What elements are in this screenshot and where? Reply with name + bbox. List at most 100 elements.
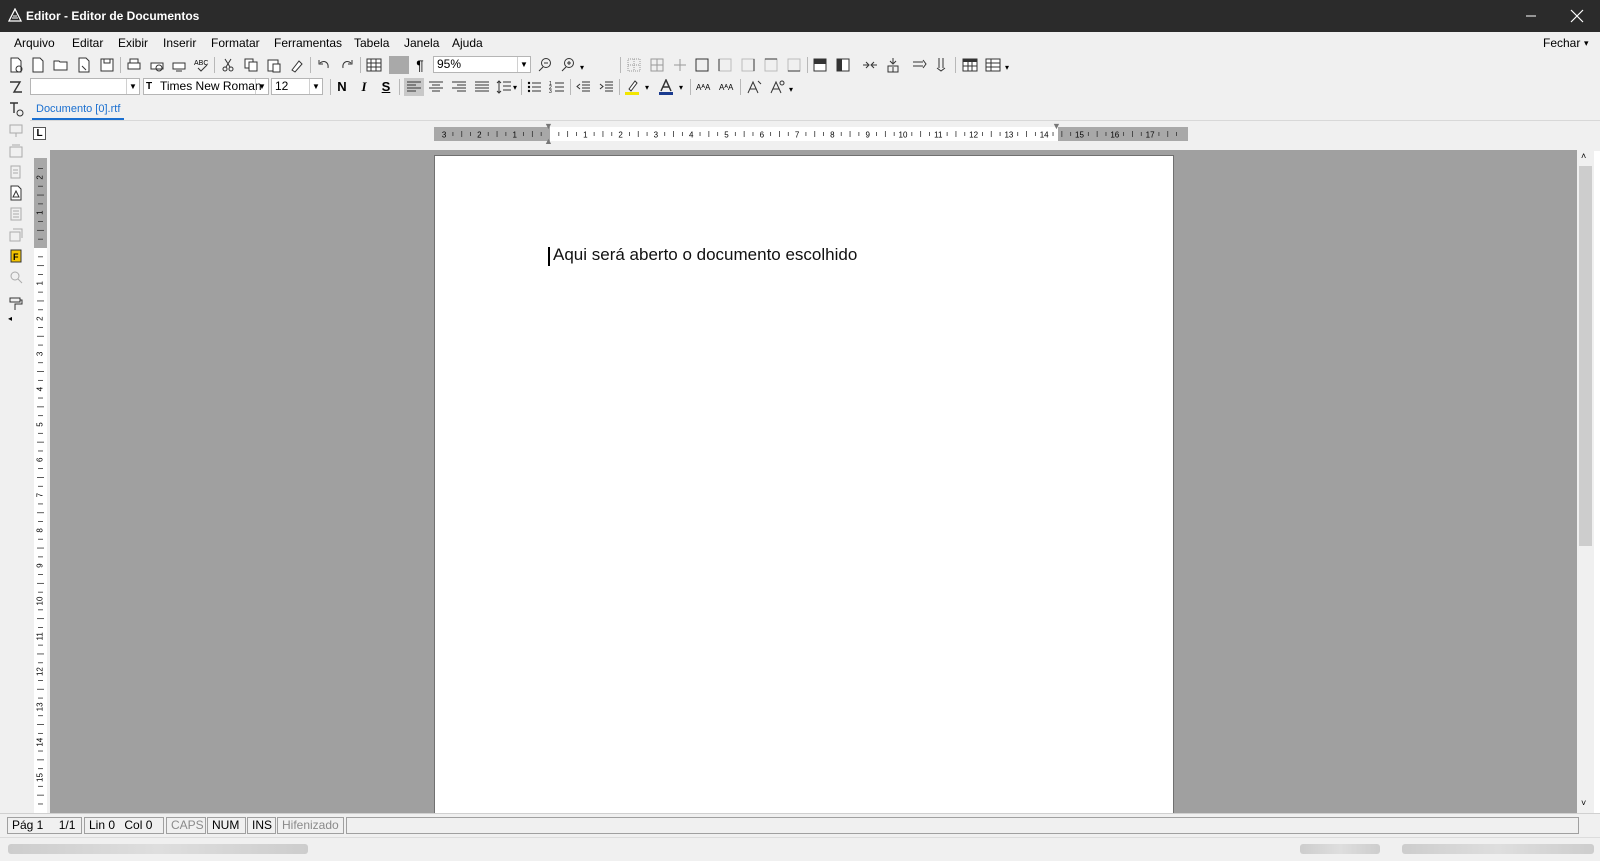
font-color-dropdown-icon[interactable]: ▾ <box>679 83 695 99</box>
vertical-scrollbar[interactable]: ˄ ˅ <box>1577 150 1594 813</box>
scroll-down-icon[interactable]: ˅ <box>1581 798 1586 808</box>
print-preview-button[interactable] <box>149 57 165 73</box>
menu-ferramentas[interactable]: Ferramentas <box>274 36 342 50</box>
save-button[interactable] <box>99 57 115 73</box>
show-formatting-button[interactable]: ¶ <box>412 57 428 73</box>
menu-inserir[interactable]: Inserir <box>163 36 196 50</box>
font-name-combo[interactable]: T Times New Roman ▼ <box>143 78 269 95</box>
paint-tool-button[interactable] <box>8 296 24 312</box>
horizontal-ruler[interactable]: 3 2 1 1 2 3 4 5 6 7 8 9 10 11 12 13 14 15 16 17 ▼ ▲ ▼ <box>434 121 1188 146</box>
spellcheck-button[interactable]: ABC <box>193 57 209 73</box>
first-line-indent-marker[interactable]: ▼ <box>544 121 553 131</box>
insert-columns-button[interactable] <box>835 57 851 73</box>
minimize-button[interactable] <box>1508 0 1554 32</box>
left-border-button[interactable] <box>717 57 733 73</box>
change-case-button[interactable] <box>746 79 762 95</box>
zoom-in-button[interactable] <box>560 57 576 73</box>
bold-button[interactable]: N <box>334 79 350 95</box>
font-color-button[interactable] <box>658 79 674 95</box>
menu-exibir[interactable]: Exibir <box>118 36 148 50</box>
tool-c-button[interactable] <box>8 143 24 159</box>
document-page[interactable]: Aqui será aberto o documento escolhido <box>434 155 1174 813</box>
outer-border-button[interactable] <box>694 57 710 73</box>
uppercase-button[interactable]: AᴬA <box>696 79 712 95</box>
left-toolbar-more-icon[interactable]: ◂ <box>8 314 24 330</box>
new-document-button[interactable] <box>30 57 46 73</box>
redo-button[interactable] <box>339 57 355 73</box>
lowercase-button[interactable]: AᴬA <box>719 79 735 95</box>
print-button[interactable] <box>126 57 142 73</box>
field-button[interactable]: F <box>8 248 24 264</box>
format-painter-button[interactable] <box>289 57 305 73</box>
undo-button[interactable] <box>316 57 332 73</box>
new-from-template-button[interactable] <box>8 57 24 73</box>
print-setup-button[interactable] <box>171 57 187 73</box>
numbering-button[interactable]: 123 <box>549 79 565 95</box>
table-gridlines-button[interactable] <box>626 57 642 73</box>
menu-tabela[interactable]: Tabela <box>354 36 389 50</box>
insert-table-button[interactable] <box>366 57 382 73</box>
menu-arquivo[interactable]: Arquivo <box>14 36 55 50</box>
menu-editar[interactable]: Editar <box>72 36 103 50</box>
align-right-button[interactable] <box>451 79 467 95</box>
top-border-button[interactable] <box>763 57 779 73</box>
inner-borders-button[interactable] <box>672 57 688 73</box>
tool-d-button[interactable] <box>8 164 24 180</box>
left-indent-marker[interactable]: ▲ <box>544 136 553 146</box>
text-tool-button[interactable] <box>8 101 24 117</box>
scrollbar-thumb[interactable] <box>1579 166 1592 546</box>
line-spacing-button[interactable] <box>496 79 512 95</box>
document-canvas[interactable]: Aqui será aberto o documento escolhido <box>50 150 1577 813</box>
table-autoformat-button[interactable] <box>985 57 1001 73</box>
document-text[interactable]: Aqui será aberto o documento escolhido <box>553 245 857 264</box>
menu-janela[interactable]: Janela <box>404 36 439 50</box>
highlight-button[interactable] <box>624 79 640 95</box>
paste-button[interactable] <box>266 57 282 73</box>
tool-h-button[interactable] <box>8 269 24 285</box>
distribute-columns-button[interactable] <box>934 57 950 73</box>
tool-f-button[interactable] <box>8 206 24 222</box>
styles-button[interactable] <box>8 79 24 95</box>
tool-g-button[interactable] <box>8 227 24 243</box>
text-effects-button[interactable] <box>769 79 785 95</box>
underline-button[interactable]: S <box>378 79 394 95</box>
tool-e-button[interactable] <box>8 185 24 201</box>
menu-formatar[interactable]: Formatar <box>211 36 260 50</box>
align-left-button[interactable] <box>404 78 424 96</box>
close-window-button[interactable] <box>1554 0 1600 32</box>
justify-button[interactable] <box>474 79 490 95</box>
tab-document[interactable]: Documento [0].rtf <box>32 100 125 120</box>
table-borders-button[interactable] <box>649 57 665 73</box>
save-as-button[interactable] <box>76 57 92 73</box>
fechar-dropdown-icon[interactable]: ▾ <box>1584 38 1589 49</box>
align-center-button[interactable] <box>428 79 444 95</box>
right-border-button[interactable] <box>740 57 756 73</box>
insert-rows-button[interactable] <box>812 57 828 73</box>
split-cells-button[interactable] <box>885 57 901 73</box>
vertical-ruler[interactable]: 2 1 1 2 3 4 5 6 7 8 9 10 11 12 13 14 15 <box>34 158 47 813</box>
tab-stop-selector[interactable]: L <box>33 127 46 140</box>
italic-button[interactable]: I <box>356 79 372 95</box>
tool-b-button[interactable] <box>8 122 24 138</box>
merge-cells-button[interactable] <box>862 57 878 73</box>
right-indent-marker[interactable]: ▼ <box>1052 121 1061 131</box>
disabled-tool-icon <box>10 165 21 179</box>
document-body[interactable]: Aqui será aberto o documento escolhido <box>548 245 857 266</box>
style-combo[interactable]: ▼ <box>30 78 140 95</box>
copy-button[interactable] <box>243 57 259 73</box>
bullets-button[interactable] <box>526 79 542 95</box>
increase-indent-button[interactable] <box>598 79 614 95</box>
distribute-rows-button[interactable] <box>912 57 928 73</box>
open-button[interactable] <box>53 57 69 73</box>
cut-button[interactable] <box>220 57 236 73</box>
zoom-combo[interactable]: 95% ▼ <box>433 56 531 73</box>
zoom-out-button[interactable] <box>537 57 553 73</box>
bottom-border-button[interactable] <box>786 57 802 73</box>
menu-fechar[interactable]: Fechar <box>1543 36 1580 50</box>
table-properties-button[interactable] <box>962 57 978 73</box>
font-size-combo[interactable]: 12 ▼ <box>271 78 323 95</box>
menu-ajuda[interactable]: Ajuda <box>452 36 483 50</box>
scroll-up-icon[interactable]: ˄ <box>1581 151 1586 161</box>
toolbar-toggle-button[interactable] <box>389 56 409 74</box>
decrease-indent-button[interactable] <box>575 79 591 95</box>
